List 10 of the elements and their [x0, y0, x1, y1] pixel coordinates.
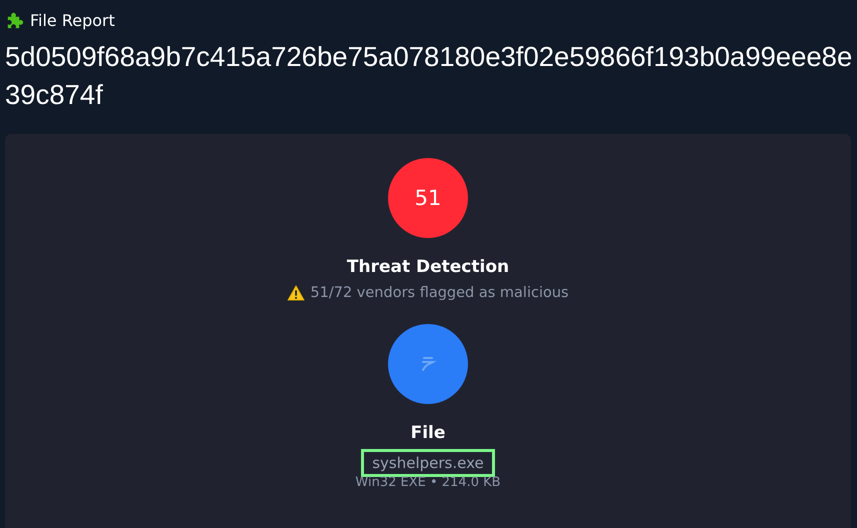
detection-summary: 51/72 vendors flagged as malicious [310, 285, 569, 301]
detection-title: Threat Detection [346, 257, 510, 277]
file-title: File [410, 423, 446, 443]
file-hash: 5d0509f68a9b7c415a726be75a078180e3f02e59866f193b0a99eee8e39c874f [4, 40, 854, 112]
page-title: File Report [30, 10, 115, 30]
puzzle-icon [5, 10, 24, 30]
detection-score: 51 [388, 158, 468, 238]
file-name: syshelpers.exe [361, 449, 495, 477]
file-meta: Win32 EXE • 214.0 KB [355, 475, 501, 490]
warning-icon [287, 285, 306, 301]
